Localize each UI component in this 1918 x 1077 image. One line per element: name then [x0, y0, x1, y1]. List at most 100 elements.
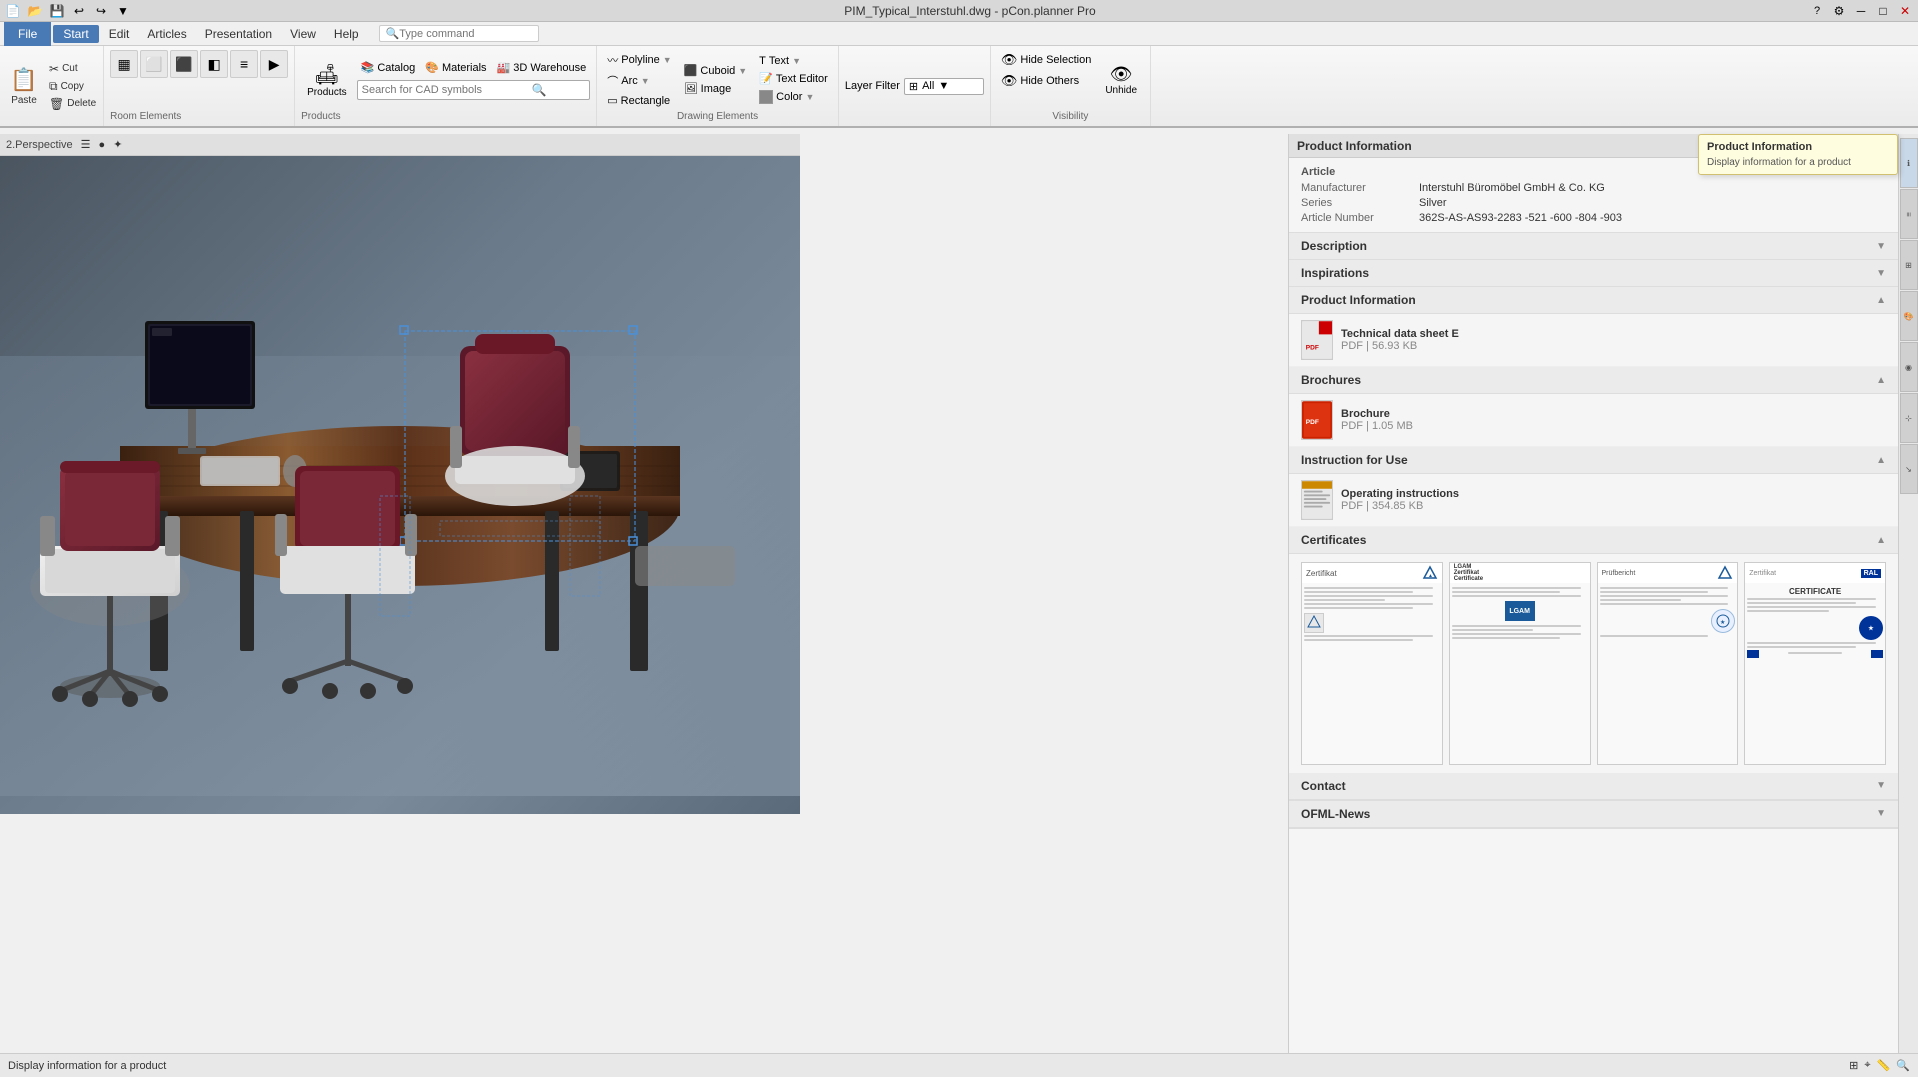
menu-bar: File Start Edit Articles Presentation Vi… — [0, 22, 1918, 46]
type-command-icon: 🔍 — [386, 27, 400, 40]
text-icon: T — [759, 55, 766, 67]
ofml-news-section-header[interactable]: OFML-News ▼ — [1289, 801, 1898, 828]
cad-search-input[interactable] — [362, 84, 532, 96]
text-button[interactable]: T Text ▼ — [755, 53, 832, 69]
tab-materials[interactable]: 🎨 — [1900, 291, 1918, 341]
cut-button[interactable]: ✂ Cut — [46, 61, 99, 77]
cert1-logo: ▲ — [1422, 565, 1438, 581]
tech-sheet-icon: PDF — [1301, 320, 1333, 360]
save-button[interactable]: 💾 — [48, 2, 66, 20]
minimize-button[interactable]: ─ — [1852, 2, 1870, 20]
rectangle-button[interactable]: ▭ Rectangle — [603, 92, 675, 109]
instruction-item[interactable]: Operating instructions PDF | 354.85 KB — [1289, 474, 1898, 527]
type-command-area[interactable]: 🔍 — [379, 25, 539, 42]
search-bar: 🔍 — [357, 80, 591, 100]
product-info-section-header[interactable]: Product Information ▲ — [1289, 287, 1898, 314]
new-button[interactable]: 📄 — [4, 2, 22, 20]
status-zoom-icon[interactable]: 🔍 — [1896, 1059, 1910, 1072]
brochures-section-header[interactable]: Brochures ▲ — [1289, 367, 1898, 394]
catalog-button[interactable]: 📚 Catalog — [357, 59, 420, 76]
unhide-button[interactable]: 👁 Unhide — [1099, 50, 1143, 109]
status-measure-icon[interactable]: 📏 — [1877, 1059, 1891, 1072]
paste-button[interactable]: 📋 Paste — [4, 50, 44, 122]
display-mode-icon[interactable]: ● — [99, 139, 106, 151]
delete-icon: 🗑 — [49, 97, 64, 111]
help-icon[interactable]: ? — [1808, 2, 1826, 20]
cert-item-2[interactable]: LGAMZertifikatCertificate LGAM — [1449, 562, 1591, 765]
svg-text:PDF: PDF — [1306, 344, 1319, 351]
view-options-icon[interactable]: ☰ — [81, 138, 91, 151]
article-number-label: Article Number — [1301, 212, 1411, 224]
tab-render[interactable]: ◉ — [1900, 342, 1918, 392]
color-swatch — [759, 90, 773, 104]
3d-scene[interactable] — [0, 156, 800, 814]
layer-dropdown[interactable]: ⊞ All ▼ — [904, 78, 984, 95]
manufacturer-value: Interstuhl Büromöbel GmbH & Co. KG — [1419, 182, 1886, 194]
cert-item-3[interactable]: Prüfbericht ★ — [1597, 562, 1739, 765]
products-button[interactable]: 🛋 Products — [301, 52, 352, 108]
color-button[interactable]: Color ▼ — [755, 88, 832, 106]
menu-file[interactable]: File — [4, 22, 51, 46]
settings-icon[interactable]: ⚙ — [1830, 2, 1848, 20]
warehouse3d-button[interactable]: 🏭 3D Warehouse — [493, 59, 591, 76]
tab-layers[interactable]: ⊞ — [1900, 240, 1918, 290]
tab-properties[interactable]: ≡ — [1900, 189, 1918, 239]
contact-section-header[interactable]: Contact ▼ — [1289, 773, 1898, 800]
polyline-button[interactable]: 〰 Polyline ▼ — [603, 50, 675, 70]
hide-others-button[interactable]: 👁 Hide Others — [997, 71, 1095, 91]
room-wall-button[interactable]: ⬜ — [140, 50, 168, 78]
cert1-header: Zertifikat ▲ — [1302, 563, 1442, 583]
instruction-section-header[interactable]: Instruction for Use ▲ — [1289, 447, 1898, 474]
type-command-input[interactable] — [399, 28, 529, 40]
tech-sheet-item[interactable]: PDF Technical data sheet E PDF | 56.93 K… — [1289, 314, 1898, 367]
tech-sheet-size: PDF | 56.93 KB — [1341, 340, 1459, 352]
room-arrow-button[interactable]: ▶ — [260, 50, 288, 78]
tab-export[interactable]: ↗ — [1900, 444, 1918, 494]
maximize-button[interactable]: □ — [1874, 2, 1892, 20]
search-icon[interactable]: 🔍 — [532, 83, 547, 97]
cert-item-4[interactable]: Zertifikat RAL CERTIFICATE ★ — [1744, 562, 1886, 765]
undo-button[interactable]: ↩ — [70, 2, 88, 20]
inspirations-section-header[interactable]: Inspirations ▼ — [1289, 260, 1898, 287]
menu-presentation[interactable]: Presentation — [197, 25, 280, 43]
room-grid-button[interactable]: ▦ — [110, 50, 138, 78]
menu-start[interactable]: Start — [53, 25, 98, 43]
image-button[interactable]: 🖼 Image — [680, 80, 751, 97]
copy-button[interactable]: ⧉ Copy — [46, 78, 99, 95]
text-editor-button[interactable]: 📝 Text Editor — [755, 70, 832, 87]
brochure-item[interactable]: PDF Brochure PDF | 1.05 MB — [1289, 394, 1898, 447]
visibility-label: Visibility — [1052, 109, 1088, 122]
room-stairs-button[interactable]: ≡ — [230, 50, 258, 78]
cuboid-button[interactable]: ⬛ Cuboid ▼ — [680, 62, 751, 79]
certificates-section-header[interactable]: Certificates ▲ — [1289, 527, 1898, 554]
arc-button[interactable]: ⌒ Arc ▼ — [603, 71, 675, 91]
tab-map[interactable]: ⊹ — [1900, 393, 1918, 443]
viewport-header: 2.Perspective ☰ ● ✦ — [0, 134, 800, 156]
qa-dropdown[interactable]: ▼ — [114, 2, 132, 20]
materials-button[interactable]: 🎨 Materials — [421, 59, 490, 76]
cuboid-icon: ⬛ — [684, 64, 698, 77]
lighting-icon[interactable]: ✦ — [113, 138, 122, 151]
menu-help[interactable]: Help — [326, 25, 367, 43]
cert3-logo — [1717, 565, 1733, 581]
open-button[interactable]: 📂 — [26, 2, 44, 20]
close-button[interactable]: ✕ — [1896, 2, 1914, 20]
menu-articles[interactable]: Articles — [139, 25, 194, 43]
menu-view[interactable]: View — [282, 25, 324, 43]
description-title: Description — [1301, 239, 1367, 253]
layer-filter-icon: ⊞ — [909, 80, 918, 93]
delete-button[interactable]: 🗑 Delete — [46, 96, 99, 112]
room-door-button[interactable]: ◧ — [200, 50, 228, 78]
description-section-header[interactable]: Description ▼ — [1289, 233, 1898, 260]
tab-product-info[interactable]: ℹ — [1900, 138, 1918, 188]
quick-access-bar: 📄 📂 💾 ↩ ↪ ▼ PIM_Typical_Interstuhl.dwg -… — [0, 0, 1918, 22]
status-grid-icon[interactable]: ⊞ — [1849, 1059, 1858, 1072]
status-bar: Display information for a product ⊞ ⌖ 📏 … — [0, 1053, 1918, 1077]
perspective-label[interactable]: 2.Perspective — [6, 139, 73, 151]
redo-button[interactable]: ↪ — [92, 2, 110, 20]
status-snap-icon[interactable]: ⌖ — [1864, 1059, 1870, 1072]
hide-selection-button[interactable]: 👁 Hide Selection — [997, 50, 1095, 70]
menu-edit[interactable]: Edit — [101, 25, 138, 43]
cert-item-1[interactable]: Zertifikat ▲ — [1301, 562, 1443, 765]
room-window-button[interactable]: ⬛ — [170, 50, 198, 78]
